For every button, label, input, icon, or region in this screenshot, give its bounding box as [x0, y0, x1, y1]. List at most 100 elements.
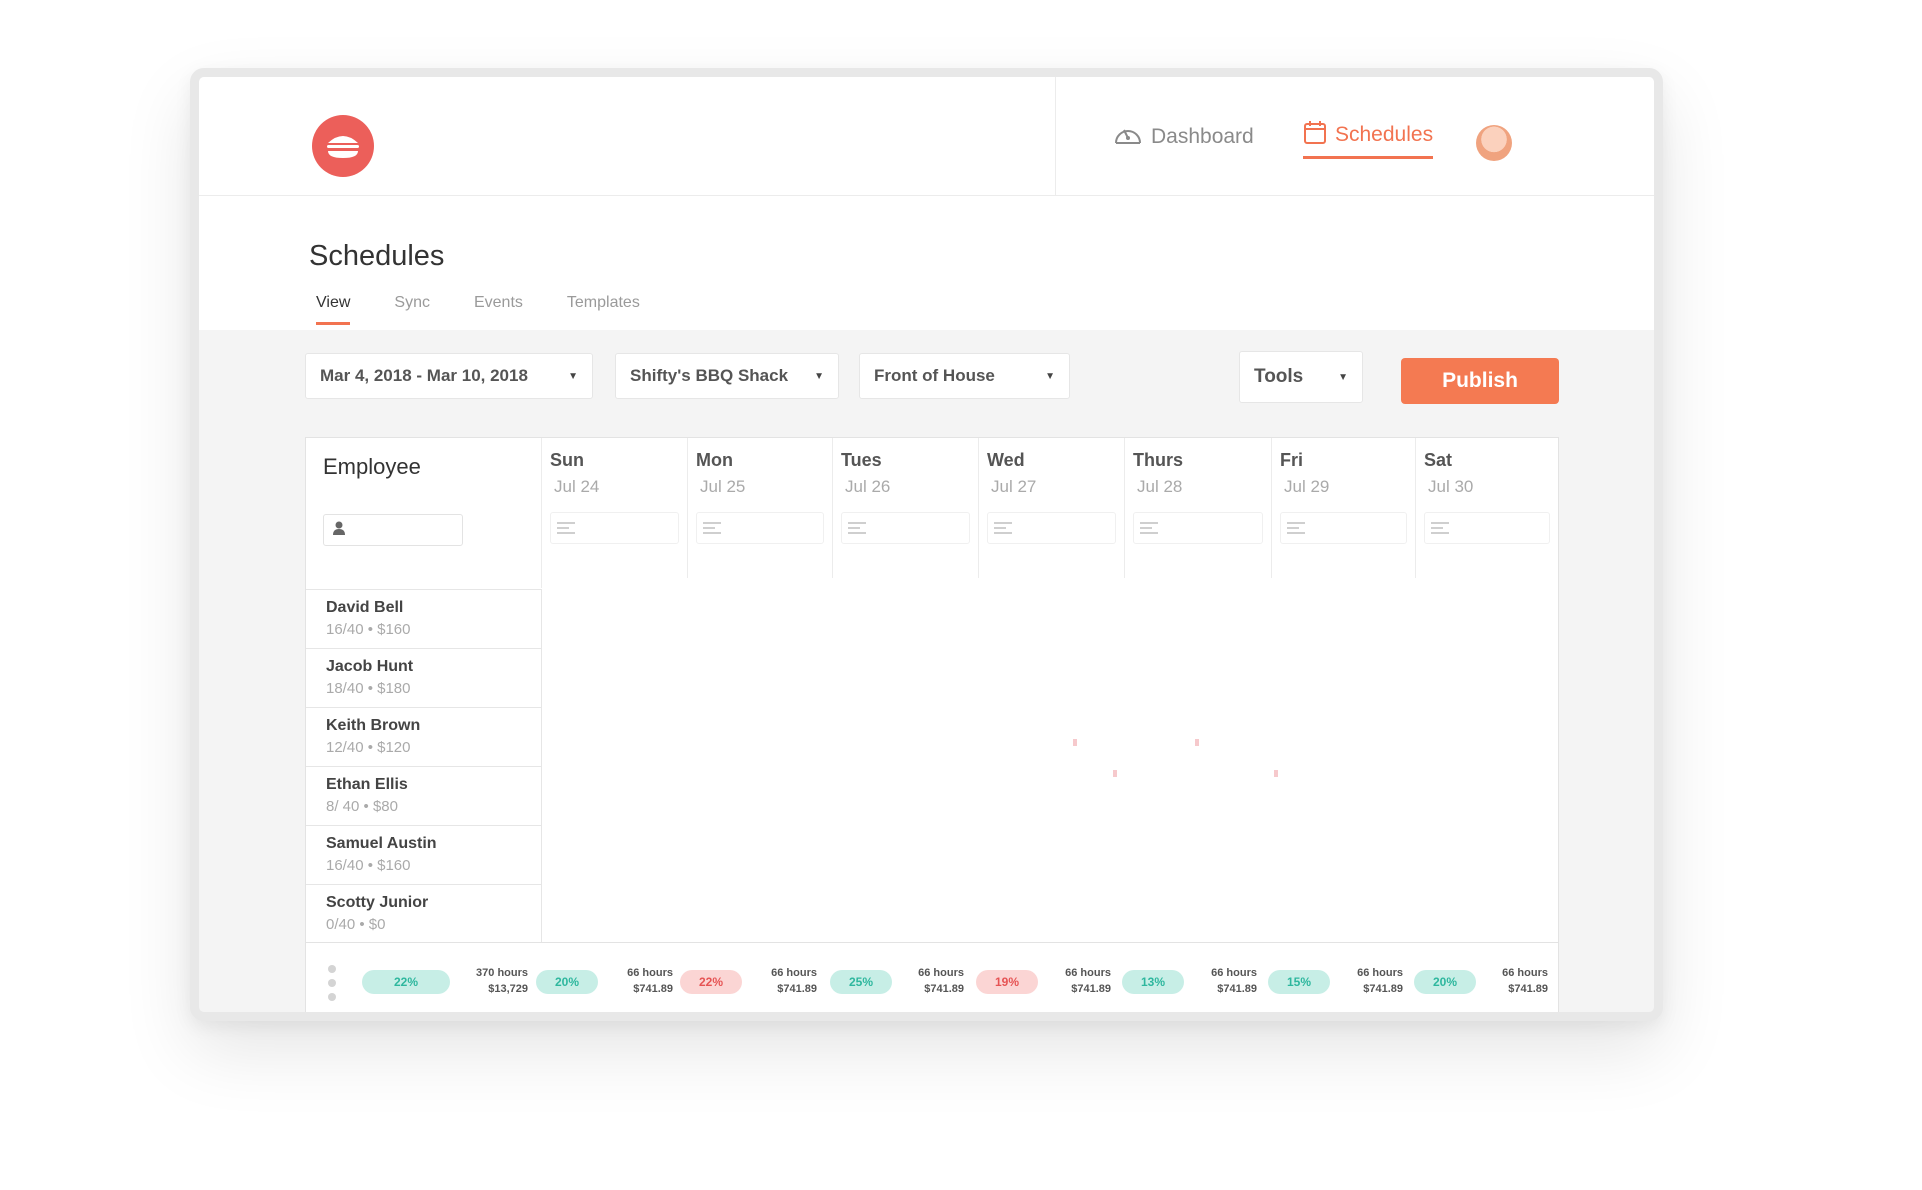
employee-row[interactable]: Keith Brown 12/40 • $120: [306, 707, 542, 766]
hours-value: 66 hours: [771, 967, 817, 979]
tab-events[interactable]: Events: [474, 294, 523, 325]
labor-percent-badge: 22%: [680, 970, 742, 994]
tab-view[interactable]: View: [316, 294, 351, 325]
cost-value: $741.89: [1508, 983, 1548, 995]
employee-name: Scotty Junior: [326, 894, 429, 911]
page-tabs: View Sync Events Templates: [316, 294, 640, 325]
employee-row[interactable]: Jacob Hunt 18/40 • $180: [306, 648, 542, 707]
app-window: Dashboard Schedules Schedules View Sync …: [190, 68, 1663, 1021]
day-hours-cost: 66 hours $741.89: [1478, 965, 1548, 997]
day-note-field[interactable]: [1424, 512, 1550, 544]
day-note-field[interactable]: [1133, 512, 1263, 544]
page-title: Schedules: [309, 240, 445, 272]
employee-name: Keith Brown: [326, 717, 421, 734]
labor-percent-badge: 20%: [536, 970, 598, 994]
publish-button[interactable]: Publish: [1401, 358, 1559, 404]
date-range-dropdown[interactable]: Mar 4, 2018 - Mar 10, 2018 ▼: [305, 353, 593, 399]
employee-row[interactable]: Samuel Austin 16/40 • $160: [306, 825, 542, 884]
hours-value: 66 hours: [918, 967, 964, 979]
employee-hours-cost: 12/40 • $120: [326, 739, 411, 756]
day-column-thurs: Thurs Jul 28: [1125, 438, 1272, 578]
day-hours-cost: 66 hours $741.89: [894, 965, 964, 997]
nav-divider: [1055, 77, 1056, 196]
day-name: Mon: [696, 450, 733, 470]
notes-lines-icon: [994, 519, 1012, 537]
labor-percent-badge: 19%: [976, 970, 1038, 994]
cost-value: $741.89: [777, 983, 817, 995]
total-hours-cost: 370 hours $13,729: [458, 965, 528, 997]
employee-list: David Bell 16/40 • $160 Jacob Hunt 18/40…: [306, 589, 542, 943]
day-column-mon: Mon Jul 25: [688, 438, 833, 578]
daily-totals-footer: 22% 370 hours $13,729 20% 66 hours $741.…: [306, 942, 1558, 1012]
more-vertical-icon[interactable]: [328, 965, 336, 1007]
day-column-sun: Sun Jul 24: [542, 438, 688, 578]
nav-item-label: Schedules: [1335, 122, 1434, 146]
employee-row[interactable]: David Bell 16/40 • $160: [306, 589, 542, 648]
cost-value: $741.89: [1217, 983, 1257, 995]
date-range-value: Mar 4, 2018 - Mar 10, 2018: [320, 366, 528, 385]
nav-item-label: Dashboard: [1151, 125, 1254, 148]
labor-percent-badge: 25%: [830, 970, 892, 994]
day-hours-cost: 66 hours $741.89: [1187, 965, 1257, 997]
caret-down-icon: ▼: [814, 370, 824, 382]
department-dropdown[interactable]: Front of House ▼: [859, 353, 1070, 399]
day-date: Jul 25: [700, 477, 746, 496]
day-date: Jul 24: [554, 477, 600, 496]
day-note-field[interactable]: [841, 512, 970, 544]
employee-column-header: Employee: [306, 438, 542, 588]
calendar-icon: [1303, 119, 1327, 151]
notes-lines-icon: [848, 519, 866, 537]
hours-value: 66 hours: [1502, 967, 1548, 979]
tools-label: Tools: [1254, 366, 1304, 387]
day-name: Thurs: [1133, 450, 1184, 470]
day-column-fri: Fri Jul 29: [1272, 438, 1416, 578]
employee-row[interactable]: Scotty Junior 0/40 • $0: [306, 884, 542, 943]
employee-name: Ethan Ellis: [326, 776, 408, 793]
person-icon: [332, 520, 346, 541]
notes-lines-icon: [1431, 519, 1449, 537]
employee-name: David Bell: [326, 599, 404, 616]
labor-percent-badge: 20%: [1414, 970, 1476, 994]
nav-item-schedules[interactable]: Schedules: [1303, 115, 1434, 159]
employee-hours-cost: 0/40 • $0: [326, 916, 386, 933]
day-note-field[interactable]: [696, 512, 824, 544]
burger-logo-icon[interactable]: [312, 115, 374, 177]
day-column-tues: Tues Jul 26: [833, 438, 979, 578]
day-note-field[interactable]: [1280, 512, 1407, 544]
day-note-field[interactable]: [550, 512, 679, 544]
speedometer-icon: [1113, 121, 1143, 153]
nav-item-dashboard[interactable]: Dashboard: [1113, 115, 1254, 159]
cost-value: $741.89: [924, 983, 964, 995]
department-value: Front of House: [874, 366, 995, 385]
employee-hours-cost: 18/40 • $180: [326, 680, 411, 697]
tools-dropdown[interactable]: Tools ▼: [1239, 351, 1363, 403]
hours-value: 66 hours: [627, 967, 673, 979]
hours-value: 66 hours: [1211, 967, 1257, 979]
day-date: Jul 30: [1428, 477, 1474, 496]
location-value: Shifty's BBQ Shack: [630, 366, 789, 385]
day-date: Jul 27: [991, 477, 1037, 496]
employee-header-label: Employee: [323, 454, 421, 479]
day-date: Jul 26: [845, 477, 891, 496]
tab-templates[interactable]: Templates: [567, 294, 640, 325]
hours-value: 66 hours: [1065, 967, 1111, 979]
caret-down-icon: ▼: [1045, 370, 1055, 382]
day-name: Sat: [1424, 450, 1453, 470]
caret-down-icon: ▼: [1338, 371, 1348, 383]
labor-percent-badge: 15%: [1268, 970, 1330, 994]
notes-lines-icon: [1140, 519, 1158, 537]
employee-row[interactable]: Ethan Ellis 8/ 40 • $80: [306, 766, 542, 825]
day-name: Wed: [987, 450, 1025, 470]
user-avatar[interactable]: [1476, 125, 1512, 161]
employee-hours-cost: 16/40 • $160: [326, 621, 411, 638]
location-dropdown[interactable]: Shifty's BBQ Shack ▼: [615, 353, 839, 399]
day-note-field[interactable]: [987, 512, 1116, 544]
hours-value: 370 hours: [476, 967, 528, 979]
day-hours-cost: 66 hours $741.89: [747, 965, 817, 997]
page-header: Schedules View Sync Events Templates: [199, 196, 1654, 330]
day-column-wed: Wed Jul 27: [979, 438, 1125, 578]
schedule-grid: Employee Sun Jul 24 Mon Jul 25 Tues Jul …: [305, 437, 1559, 1012]
employee-filter-input[interactable]: [323, 514, 463, 546]
employee-hours-cost: 16/40 • $160: [326, 857, 411, 874]
tab-sync[interactable]: Sync: [394, 294, 430, 325]
